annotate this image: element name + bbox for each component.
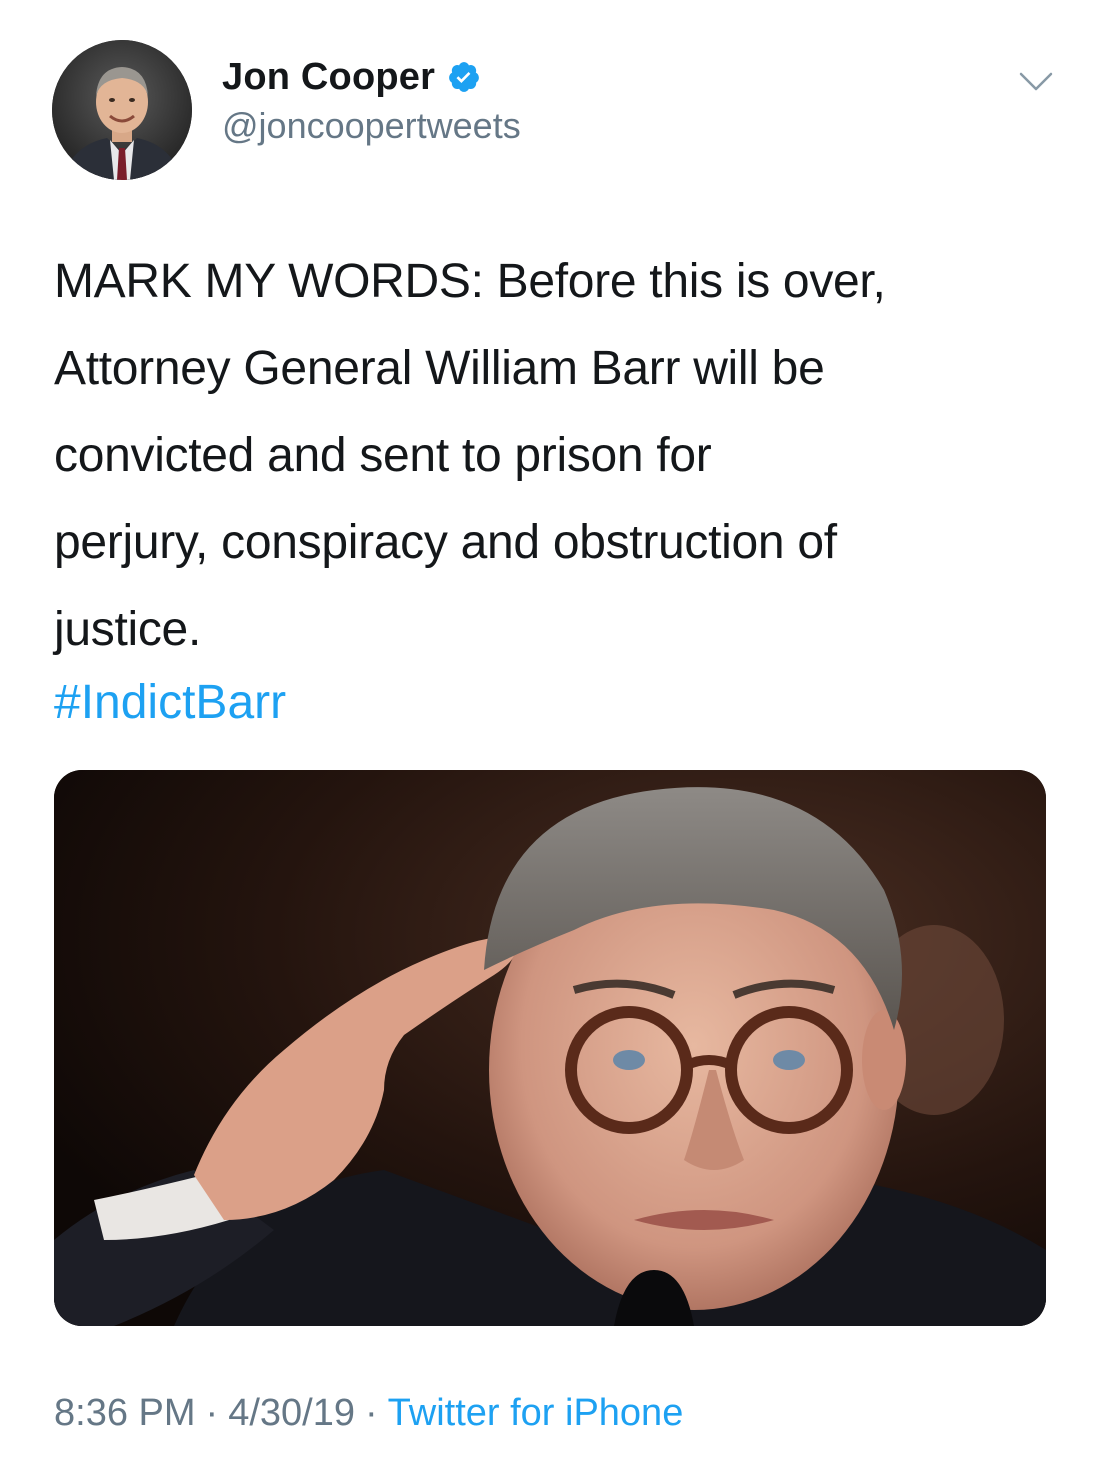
chevron-down-icon[interactable]	[1018, 70, 1054, 94]
verified-badge-icon	[447, 60, 481, 94]
separator-dot: ·	[205, 1392, 219, 1434]
author-name-row[interactable]: Jon Cooper	[222, 52, 481, 102]
tweet-media-photo[interactable]	[54, 770, 1046, 1326]
tweet-date[interactable]: 4/30/19	[228, 1392, 355, 1434]
tweet-text-line: perjury, conspiracy and obstruction of	[54, 516, 837, 569]
author-avatar[interactable]	[52, 40, 192, 180]
tweet-text-line: Attorney General William Barr will be	[54, 342, 825, 395]
tweet: Jon Cooper @joncoopertweets MARK MY WORD…	[0, 0, 1100, 1472]
tweet-text-line: MARK MY WORDS: Before this is over,	[54, 255, 886, 308]
hashtag-link[interactable]: #IndictBarr	[54, 668, 286, 738]
author-handle[interactable]: @joncoopertweets	[222, 105, 521, 147]
separator-dot: ·	[364, 1392, 378, 1434]
tweet-text: MARK MY WORDS: Before this is over, Atto…	[54, 238, 1054, 673]
tweet-text-line: justice.	[54, 603, 201, 656]
avatar-photo-icon	[52, 40, 192, 180]
tweet-time[interactable]: 8:36 PM	[54, 1392, 196, 1434]
author-display-name[interactable]: Jon Cooper	[222, 56, 435, 99]
tweet-source-link[interactable]: Twitter for iPhone	[388, 1392, 684, 1434]
tweet-text-line: convicted and sent to prison for	[54, 429, 712, 482]
tweet-metadata: 8:36 PM · 4/30/19 · Twitter for iPhone	[54, 1392, 683, 1435]
photo-icon	[54, 770, 1046, 1326]
